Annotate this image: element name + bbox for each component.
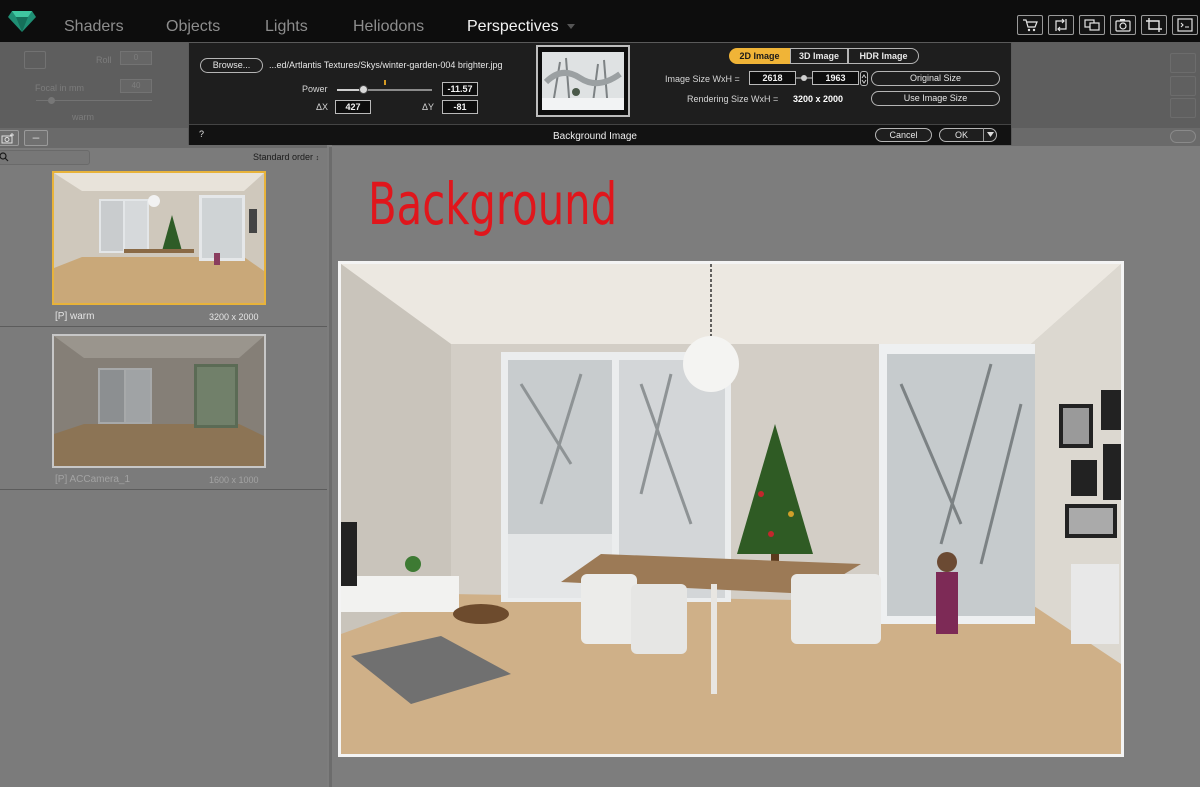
export-arrows-icon [1055, 18, 1067, 32]
sort-order-label: Standard order [253, 152, 314, 162]
delta-y-field[interactable]: -81 [442, 100, 478, 114]
dialog-footer: ? Background Image Cancel OK [189, 124, 1011, 145]
terminal-tool-button[interactable] [1172, 15, 1198, 35]
delta-y-label: ΔY [422, 102, 435, 112]
viewport-toggle[interactable] [1170, 130, 1196, 143]
tab-lights[interactable]: Lights [265, 18, 308, 36]
power-field[interactable]: -11.57 [442, 82, 478, 96]
focal-slider-knob[interactable] [48, 97, 55, 104]
terminal-icon [1177, 18, 1193, 32]
cart-tool-button[interactable] [1017, 15, 1043, 35]
roll-label: Roll [96, 55, 112, 65]
view-mode-icon[interactable] [24, 51, 46, 69]
original-size-button[interactable]: Original Size [871, 71, 1000, 86]
ok-dropdown-button[interactable] [983, 128, 997, 141]
power-slider-marker [384, 80, 386, 85]
mode-hdr-image[interactable]: HDR Image [848, 48, 919, 64]
background-image-dialog: Browse... ...ed/Artlantis Textures/Skys/… [188, 42, 1012, 145]
dialog-title: Background Image [553, 131, 637, 142]
image-height-field[interactable]: 1963 [812, 71, 859, 85]
winter-garden-thumbnail [542, 52, 624, 110]
stepper-arrows-icon [861, 74, 867, 84]
accamera-thumbnail-image [54, 336, 264, 466]
tab-shaders[interactable]: Shaders [64, 18, 124, 36]
file-path: ...ed/Artlantis Textures/Skys/winter-gar… [269, 60, 503, 70]
camera-add-icon [1, 133, 14, 144]
tab-perspectives[interactable]: Perspectives [467, 18, 559, 36]
perspective-thumbnail-warm[interactable] [52, 171, 266, 305]
crop-icon [1146, 18, 1162, 32]
use-image-size-button[interactable]: Use Image Size [871, 91, 1000, 106]
windows-tool-button[interactable] [1079, 15, 1105, 35]
warm-thumbnail-image [54, 173, 264, 303]
sort-chevron-icon: ↕ [315, 155, 320, 162]
add-camera-button[interactable] [0, 130, 19, 146]
camera-icon [1115, 19, 1131, 32]
image-width-field[interactable]: 2618 [749, 71, 796, 85]
artlantis-logo-icon[interactable] [8, 9, 36, 33]
delta-x-label: ΔX [316, 102, 329, 112]
help-button[interactable]: ? [199, 129, 204, 139]
render-preview[interactable] [338, 261, 1124, 757]
grid-icon[interactable] [1170, 53, 1196, 73]
power-slider-knob[interactable] [358, 85, 368, 94]
perspectives-list-panel: – Standard order ↕ [P] warm 3200 x 2000 [0, 128, 327, 787]
image-size-label: Image Size WxH = [665, 74, 740, 84]
ruler-icon[interactable] [1170, 76, 1196, 96]
background-image-preview[interactable] [536, 45, 630, 117]
crop-tool-button[interactable] [1141, 15, 1167, 35]
focal-label: Focal in mm [35, 83, 85, 93]
size-stepper[interactable] [860, 71, 868, 86]
perspective-thumbnail-accamera[interactable] [52, 334, 266, 468]
rendering-size-label: Rendering Size WxH = [687, 94, 779, 104]
focal-field[interactable]: 40 [120, 79, 152, 93]
search-input[interactable] [0, 150, 90, 165]
perspective-name: warm [72, 112, 94, 122]
remove-camera-button[interactable]: – [24, 130, 48, 146]
mode-3d-image[interactable]: 3D Image [790, 48, 848, 64]
panel-splitter[interactable] [329, 147, 332, 787]
perspective-name-accamera[interactable]: [P] ACCamera_1 [55, 474, 130, 485]
sort-order-select[interactable]: Standard order ↕ [253, 152, 319, 162]
perspective-size-warm: 3200 x 2000 [209, 312, 259, 322]
annotation-heading: Background [368, 170, 618, 238]
perspective-size-accamera: 1600 x 1000 [209, 475, 259, 485]
gear-icon[interactable] [1170, 98, 1196, 118]
ok-label: OK [955, 130, 969, 140]
link-chain-icon[interactable] [796, 73, 812, 83]
perspective-name-warm[interactable]: [P] warm [55, 311, 94, 322]
search-icon [0, 152, 9, 162]
mode-2d-image[interactable]: 2D Image [729, 48, 790, 64]
windows-icon [1084, 19, 1100, 31]
tab-heliodons[interactable]: Heliodons [353, 18, 424, 36]
list-divider [0, 326, 327, 327]
tab-objects[interactable]: Objects [166, 18, 220, 36]
top-menu-bar: Shaders Objects Lights Heliodons Perspec… [0, 0, 1200, 42]
delta-x-field[interactable]: 427 [335, 100, 371, 114]
camera-tool-button[interactable] [1110, 15, 1136, 35]
export-tool-button[interactable] [1048, 15, 1074, 35]
roll-field[interactable]: 0 [120, 51, 152, 65]
power-label: Power [302, 84, 328, 94]
ok-dropdown-icon [987, 132, 994, 137]
list-divider [0, 489, 327, 490]
cancel-button[interactable]: Cancel [875, 128, 932, 142]
preview-render-image [341, 264, 1121, 754]
rendering-size-value: 3200 x 2000 [793, 94, 844, 104]
cart-icon [1023, 19, 1038, 32]
perspectives-dropdown-icon[interactable] [567, 24, 575, 29]
browse-button[interactable]: Browse... [200, 58, 263, 73]
